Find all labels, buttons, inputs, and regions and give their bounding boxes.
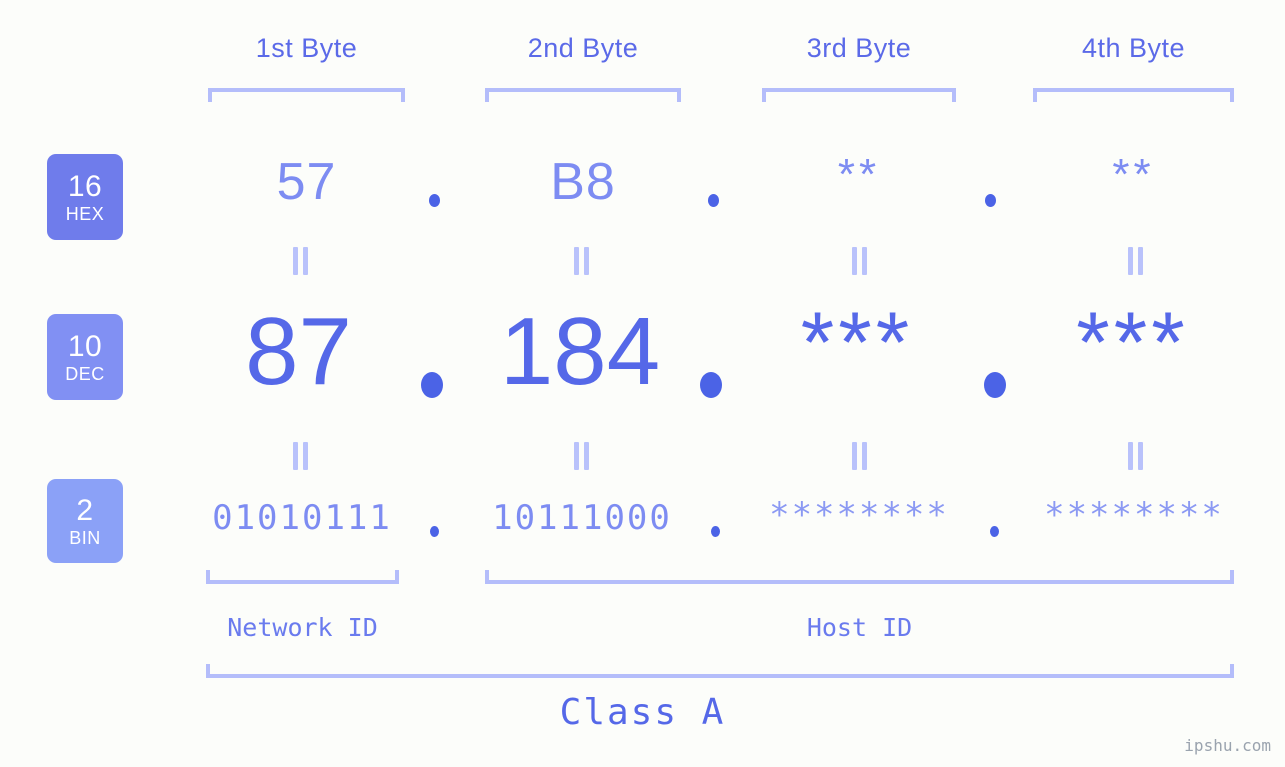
base-badge-dec-number: 10 bbox=[67, 329, 103, 363]
base-badge-bin: 2 BIN bbox=[47, 479, 123, 563]
equals-mark-hex-dec-1 bbox=[291, 247, 310, 275]
equals-mark-hex-dec-4 bbox=[1126, 247, 1145, 275]
class-label: Class A bbox=[559, 692, 726, 733]
class-bracket bbox=[206, 664, 1234, 678]
hex-byte-3: ** bbox=[837, 150, 881, 199]
base-badge-dec: 10 DEC bbox=[47, 314, 123, 400]
bin-byte-3: ******** bbox=[769, 495, 949, 535]
hex-byte-2: B8 bbox=[550, 153, 616, 211]
hex-byte-1: 57 bbox=[276, 153, 337, 211]
equals-mark-dec-bin-1 bbox=[291, 442, 310, 470]
network-id-bracket bbox=[206, 570, 399, 584]
dec-separator-dot-3 bbox=[984, 372, 1006, 398]
base-badge-hex-number: 16 bbox=[67, 169, 103, 203]
network-id-label: Network ID bbox=[227, 613, 378, 642]
dec-separator-dot-2 bbox=[700, 372, 722, 398]
equals-mark-dec-bin-4 bbox=[1126, 442, 1145, 470]
byte-bracket-3 bbox=[762, 88, 956, 102]
hex-separator-dot-3 bbox=[985, 194, 996, 207]
byte-bracket-1 bbox=[208, 88, 405, 102]
byte-header-3: 3rd Byte bbox=[806, 33, 912, 63]
bin-separator-dot-1 bbox=[430, 526, 439, 537]
dec-separator-dot-1 bbox=[421, 372, 443, 398]
byte-bracket-4 bbox=[1033, 88, 1234, 102]
host-id-bracket bbox=[485, 570, 1234, 584]
dec-byte-4: *** bbox=[1076, 295, 1189, 391]
site-watermark: ipshu.com bbox=[1184, 736, 1271, 755]
bin-separator-dot-3 bbox=[990, 526, 999, 537]
bin-byte-4: ******** bbox=[1044, 495, 1224, 535]
base-badge-bin-number: 2 bbox=[76, 493, 94, 527]
byte-header-1: 1st Byte bbox=[255, 33, 358, 63]
byte-header-2: 2nd Byte bbox=[527, 33, 639, 63]
dec-byte-2: 184 bbox=[499, 298, 661, 405]
base-badge-bin-name: BIN bbox=[69, 527, 101, 548]
base-badge-hex: 16 HEX bbox=[47, 154, 123, 240]
equals-mark-hex-dec-2 bbox=[572, 247, 591, 275]
hex-separator-dot-1 bbox=[429, 194, 440, 207]
base-badge-hex-name: HEX bbox=[65, 203, 105, 224]
equals-mark-hex-dec-3 bbox=[850, 247, 869, 275]
hex-byte-4: ** bbox=[1112, 150, 1155, 199]
dec-byte-1: 87 bbox=[245, 298, 352, 405]
byte-bracket-2 bbox=[485, 88, 681, 102]
dec-byte-3: *** bbox=[800, 295, 914, 391]
hex-separator-dot-2 bbox=[708, 194, 719, 207]
byte-header-4: 4th Byte bbox=[1081, 33, 1186, 63]
bin-separator-dot-2 bbox=[711, 526, 720, 537]
equals-mark-dec-bin-3 bbox=[850, 442, 869, 470]
equals-mark-dec-bin-2 bbox=[572, 442, 591, 470]
host-id-label: Host ID bbox=[806, 613, 913, 642]
bin-byte-1: 01010111 bbox=[212, 498, 392, 538]
bin-byte-2: 10111000 bbox=[492, 498, 672, 538]
base-badge-dec-name: DEC bbox=[65, 363, 105, 384]
ip-breakdown-diagram: 1st Byte 2nd Byte 3rd Byte 4th Byte 16 H… bbox=[0, 0, 1285, 767]
